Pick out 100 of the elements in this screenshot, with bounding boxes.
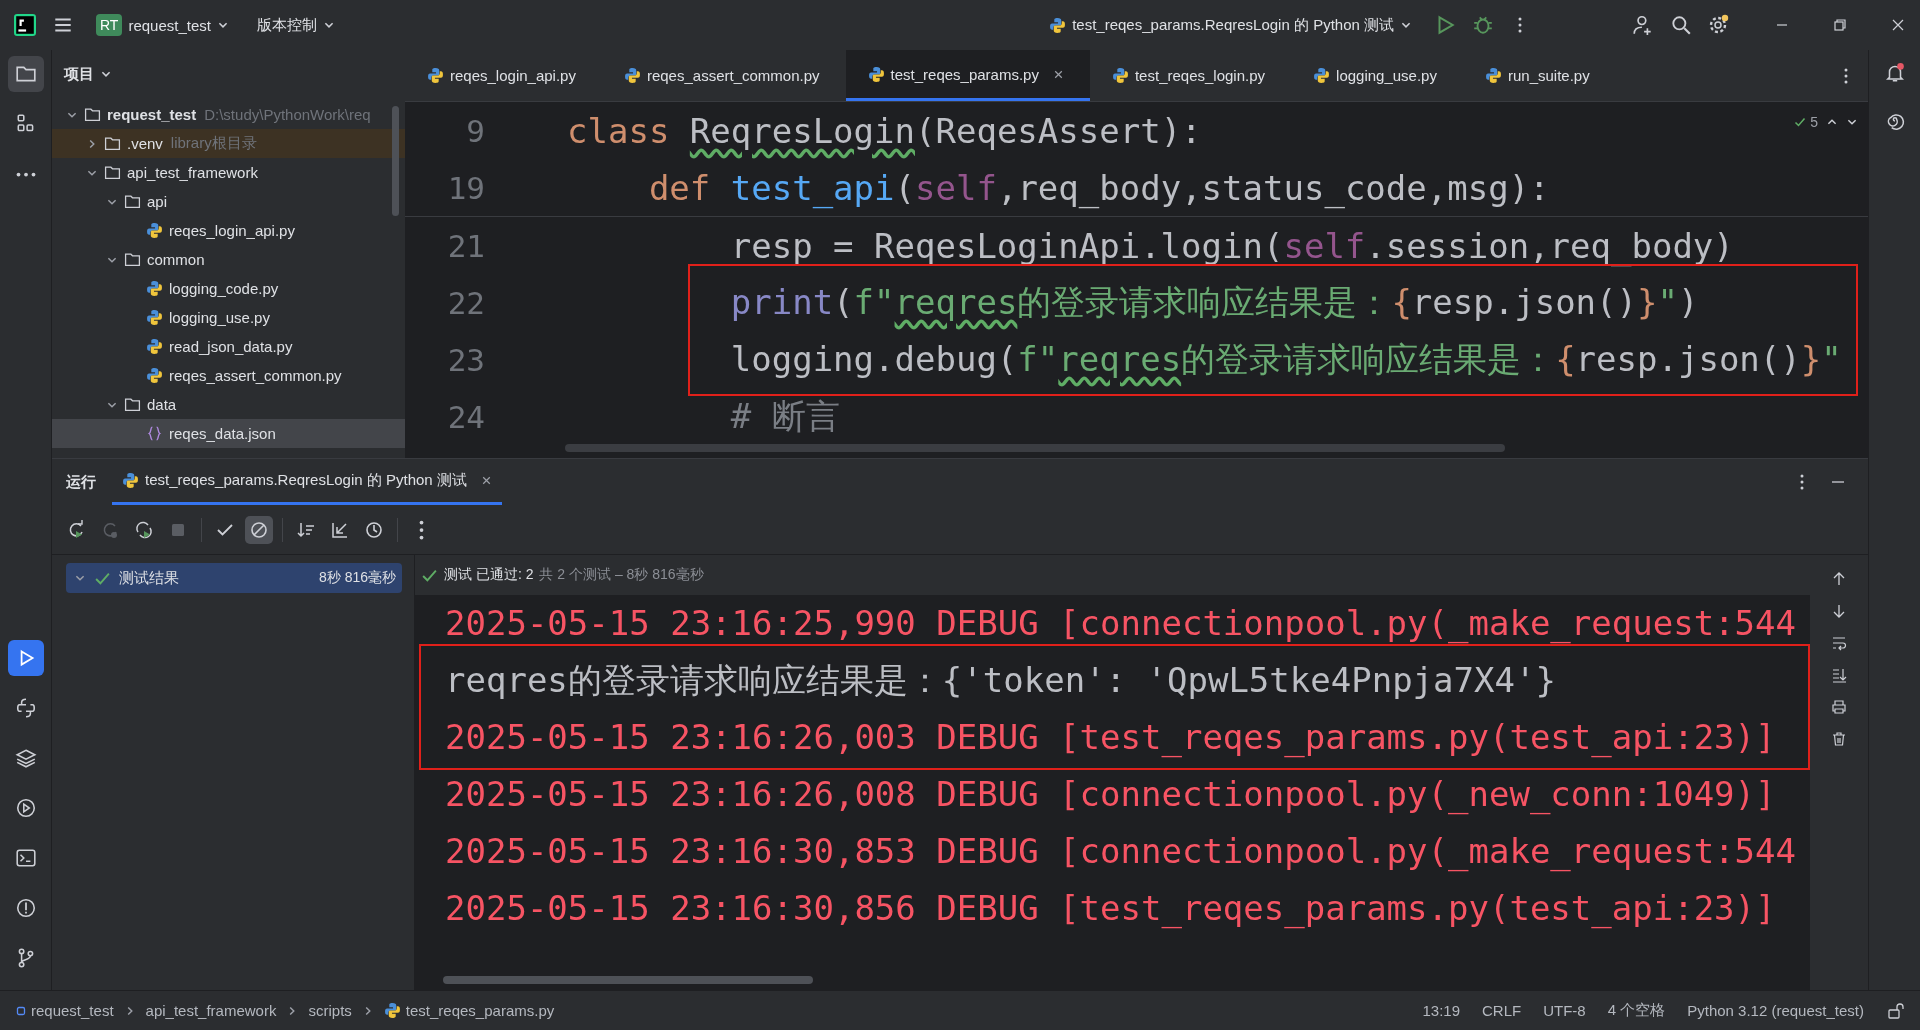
panel-title[interactable]: 项目 <box>64 64 94 84</box>
folder-icon <box>84 106 101 123</box>
editor-tab[interactable]: reqes_assert_common.py <box>601 50 846 101</box>
toolbar-button[interactable] <box>245 515 273 544</box>
wrap-icon[interactable] <box>1831 635 1847 651</box>
code-line: resp = ReqesLoginApi.login(self.session,req_body) <box>729 225 1734 266</box>
add-user-icon[interactable] <box>1632 14 1654 36</box>
tree-item[interactable]: common <box>52 245 405 274</box>
tree-item[interactable]: api_test_framework <box>52 158 405 187</box>
inspection-count[interactable]: 5 <box>1810 114 1818 130</box>
json-file-icon <box>146 425 163 442</box>
folder-icon <box>104 135 121 152</box>
line-number: 21 <box>446 227 485 264</box>
project-selector[interactable]: RT request_test <box>90 10 235 40</box>
python-file-icon <box>146 280 163 297</box>
folder-icon <box>124 396 141 413</box>
editor-tab[interactable]: test_reqes_login.py <box>1089 50 1292 101</box>
warning-icon <box>14 897 37 919</box>
line-number: 23 <box>446 341 485 378</box>
tree-item[interactable]: read_json_data.py <box>52 332 405 361</box>
tree-item[interactable]: reqes_login_api.py <box>52 216 405 245</box>
arrow-up-icon[interactable] <box>1831 571 1847 587</box>
python-file-icon <box>122 472 139 489</box>
breadcrumb[interactable]: test_reqes_params.py <box>383 1002 555 1019</box>
settings-icon[interactable] <box>1708 14 1730 36</box>
tree-item[interactable]: logging_use.py <box>52 303 405 332</box>
test-result-item[interactable]: 测试结果 8秒 816毫秒 <box>66 563 402 593</box>
print-icon[interactable] <box>1831 699 1847 715</box>
console-line: 2025-05-15 23:16:26,003 DEBUG [test_reqes_params.py(test_api:23)] <box>444 716 1777 760</box>
status-item[interactable]: Python 3.12 (request_test) <box>1687 1002 1864 1019</box>
tree-item[interactable]: request_test D:\study\PythonWork\req <box>52 100 405 129</box>
panel-title: 运行 <box>66 472 96 492</box>
search-icon[interactable] <box>1670 14 1692 36</box>
editor-tab[interactable]: run_suite.py <box>1462 50 1616 101</box>
test-status: 测试 已通过: 2 <box>444 566 534 584</box>
line-number: 24 <box>446 398 485 435</box>
editor-tab[interactable]: logging_use.py <box>1291 50 1463 101</box>
scrollbar[interactable] <box>565 444 1505 452</box>
tree-item[interactable]: logging_code.py <box>52 274 405 303</box>
tree-item[interactable]: reqes_data.json <box>52 419 405 448</box>
clock-icon <box>364 519 384 540</box>
breadcrumb[interactable]: api_test_framework <box>145 1002 277 1019</box>
scrollbar[interactable] <box>392 106 399 216</box>
line-number: 19 <box>446 169 485 206</box>
run-config-selector[interactable]: test_reqes_params.ReqresLogin 的 Python 测试 <box>1043 11 1418 39</box>
editor-tab[interactable]: test_reqes_params.py <box>845 50 1090 101</box>
python-file-icon <box>146 309 163 326</box>
play-circle-icon <box>14 797 37 819</box>
run-tab[interactable]: test_reqes_params.ReqresLogin 的 Python 测试 <box>112 459 502 505</box>
module-icon <box>16 1005 26 1016</box>
code-line: print(f"reqres的登录请求响应结果是：{resp.json()}") <box>729 280 1699 324</box>
python-file-icon <box>146 222 163 239</box>
bell-icon[interactable] <box>1883 62 1906 84</box>
code-line: # 断言 <box>729 394 840 438</box>
line-number: 22 <box>446 284 485 321</box>
python-file-icon <box>1111 67 1129 84</box>
python-console-icon <box>14 697 37 719</box>
python-file-icon <box>867 65 885 83</box>
python-file-icon <box>623 67 641 84</box>
ban-icon <box>249 519 269 540</box>
breadcrumb[interactable]: request_test <box>16 1002 114 1019</box>
code-line: def test_api(self,req_body,status_code,msg): <box>647 167 1550 208</box>
folder-icon <box>104 164 121 181</box>
trash-icon[interactable] <box>1831 731 1847 747</box>
tool-window-button[interactable] <box>7 56 44 92</box>
lock-icon[interactable] <box>1886 1000 1906 1021</box>
folder-icon <box>124 251 141 268</box>
console-line: 2025-05-15 23:16:30,853 DEBUG [connectionpool.py(_make_request:544 <box>444 830 1797 874</box>
editor-tab[interactable]: reqes_login_api.py <box>405 50 602 101</box>
status-item[interactable]: 4 个空格 <box>1607 1001 1666 1020</box>
console-line: 2025-05-15 23:16:26,008 DEBUG [connectionpool.py(_new_conn:1049)] <box>444 773 1777 817</box>
tool-window-button[interactable] <box>7 640 44 676</box>
python-file-icon <box>427 67 444 84</box>
tree-item[interactable]: reqes_assert_common.py <box>52 361 405 390</box>
vcs-menu[interactable]: 版本控制 <box>251 11 341 39</box>
status-item[interactable]: UTF-8 <box>1543 1002 1586 1019</box>
close-icon[interactable] <box>480 475 492 486</box>
app-logo-icon[interactable] <box>14 14 36 36</box>
code-line: logging.debug(f"reqres的登录请求响应结果是：{resp.json()}" <box>729 337 1842 381</box>
check-icon[interactable] <box>1794 116 1807 128</box>
python-file-icon <box>146 367 163 384</box>
console-line: 2025-05-15 23:16:25,990 DEBUG [connectionpool.py(_make_request:544 <box>444 602 1797 646</box>
layers-icon <box>14 747 37 769</box>
python-file-icon <box>146 338 163 355</box>
tree-item[interactable]: api <box>52 187 405 216</box>
terminal-icon <box>14 847 37 869</box>
tree-item[interactable]: .venv library根目录 <box>52 129 405 158</box>
more-icon <box>418 519 424 540</box>
close-icon[interactable] <box>1052 68 1064 80</box>
status-item[interactable]: CRLF <box>1482 1002 1522 1019</box>
line-number: 9 <box>465 112 485 149</box>
tree-item[interactable]: data <box>52 390 405 419</box>
breadcrumb[interactable]: scripts <box>308 1002 352 1019</box>
scrollbar[interactable] <box>443 976 813 984</box>
bug-icon[interactable] <box>1472 14 1494 36</box>
test-summary: 共 2 个测试 – 8秒 816毫秒 <box>539 566 704 584</box>
scroll-to-end-icon[interactable] <box>1831 667 1847 683</box>
status-item[interactable]: 13:19 <box>1422 1002 1461 1019</box>
arrow-down-icon[interactable] <box>1831 603 1847 619</box>
console-line: reqres的登录请求响应结果是：{'token': 'QpwL5tke4Pnpja7X4'} <box>444 659 1557 702</box>
